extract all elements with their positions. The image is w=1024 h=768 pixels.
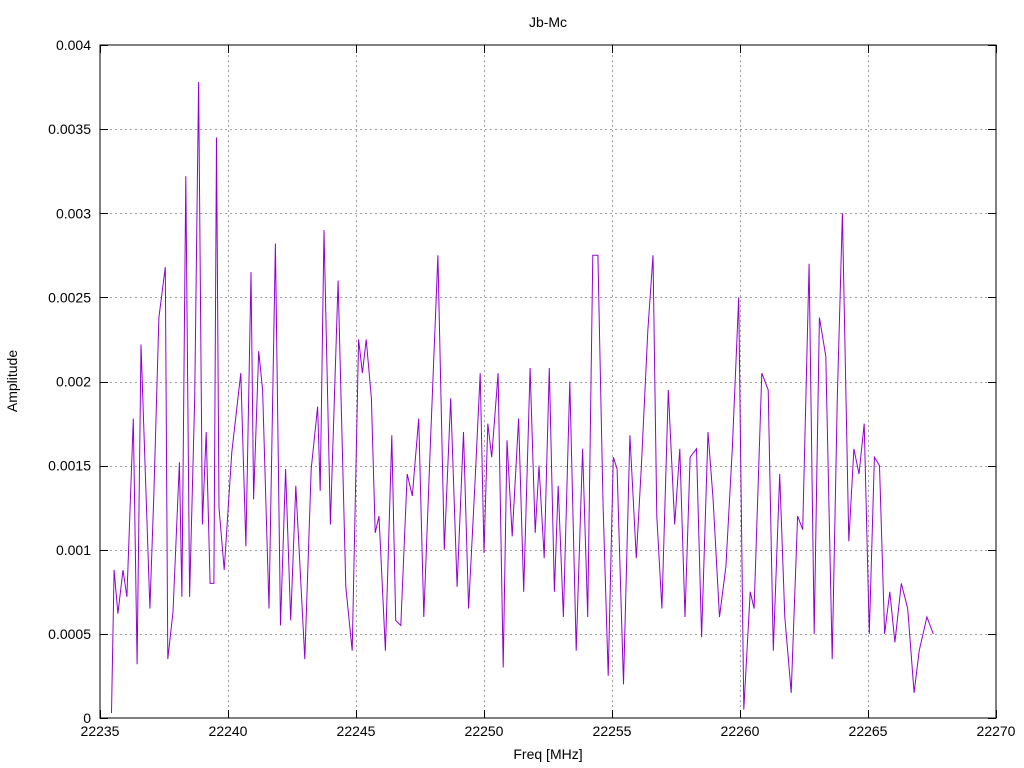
x-tick-label: 22250: [465, 723, 504, 739]
y-tick-label: 0.0035: [48, 121, 91, 137]
x-tick-label: 22255: [593, 723, 632, 739]
y-tick-label: 0: [83, 710, 91, 726]
x-tick-label: 22240: [209, 723, 248, 739]
y-tick-label: 0.0015: [48, 458, 91, 474]
x-axis-label: Freq [MHz]: [513, 746, 582, 762]
x-tick-label: 22260: [721, 723, 760, 739]
y-tick-label: 0.001: [56, 542, 91, 558]
chart-background: [0, 0, 1024, 768]
y-tick-label: 0.0005: [48, 626, 91, 642]
chart-title: Jb-Mc: [529, 14, 567, 30]
chart: 22235 22240 22245 22250 22255 22260 22265 22270…: [0, 0, 1024, 768]
y-tick-label: 0.004: [56, 37, 91, 53]
y-tick-label: 0.002: [56, 374, 91, 390]
y-tick-label: 0.0025: [48, 289, 91, 305]
y-tick-label: 0.003: [56, 205, 91, 221]
y-axis-label: Amplitude: [4, 350, 20, 412]
x-tick-label: 22270: [977, 723, 1016, 739]
x-tick-label: 22265: [849, 723, 888, 739]
x-tick-label: 22245: [337, 723, 376, 739]
